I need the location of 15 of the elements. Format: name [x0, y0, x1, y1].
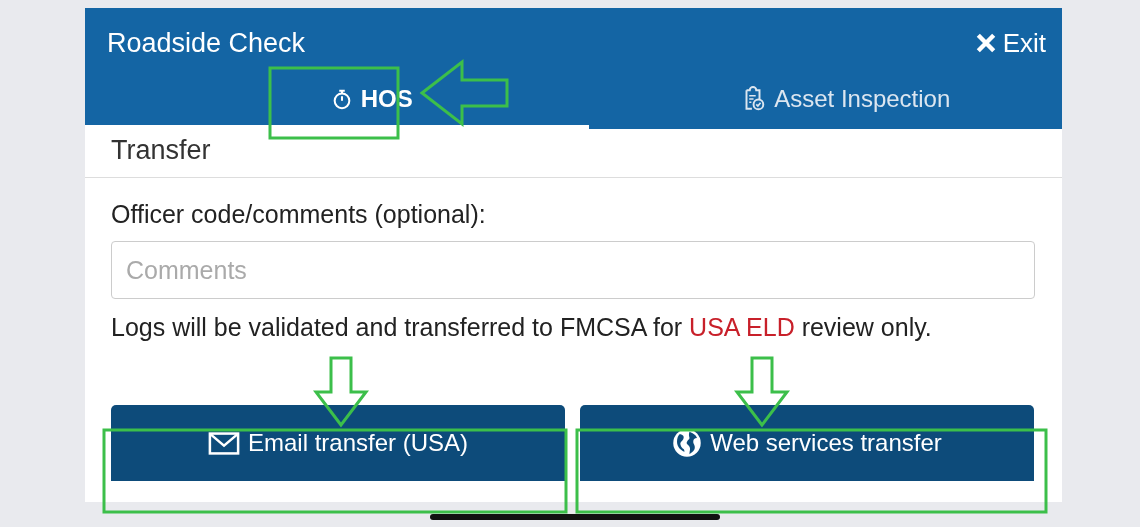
- notice-text: Logs will be validated and transferred to FMCSA for USA ELD review only.: [111, 312, 933, 343]
- close-icon: [974, 32, 997, 54]
- field-label: Officer code/comments (optional):: [111, 200, 487, 229]
- screen-title: Roadside Check: [107, 27, 306, 59]
- arrow-icon: [313, 356, 369, 428]
- arrow-icon: [419, 58, 509, 128]
- web-transfer-button[interactable]: Web services transfer: [580, 405, 1034, 481]
- comments-field[interactable]: Comments: [111, 241, 1035, 299]
- tab[interactable]: Asset Inspection: [588, 72, 1062, 129]
- exit-button[interactable]: Exit: [974, 27, 1046, 59]
- envelope-icon: [207, 431, 240, 455]
- arrow-icon: [734, 356, 790, 428]
- section-title: Transfer: [111, 135, 211, 165]
- tab[interactable]: HOS: [85, 72, 589, 129]
- email-transfer-button[interactable]: Email transfer (USA): [111, 405, 565, 481]
